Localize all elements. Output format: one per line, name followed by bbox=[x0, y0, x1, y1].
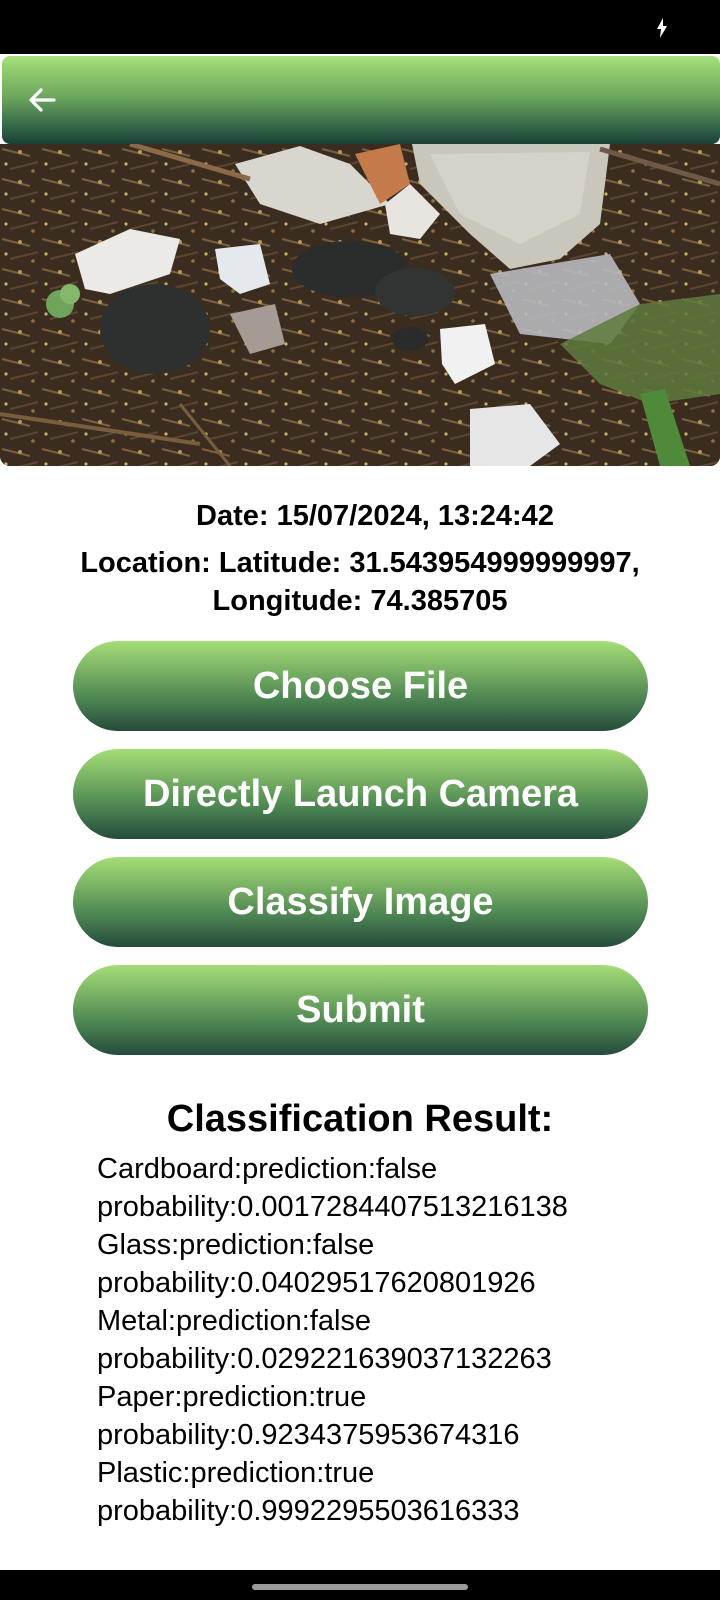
result-line: probability:0.04029517620801926 bbox=[97, 1267, 536, 1299]
classify-image-button[interactable]: Classify Image bbox=[73, 857, 648, 947]
launch-camera-button[interactable]: Directly Launch Camera bbox=[73, 749, 648, 839]
submit-button[interactable]: Submit bbox=[73, 965, 648, 1055]
location-longitude: Longitude: 74.385705 bbox=[212, 585, 508, 617]
result-line: Paper:prediction:true bbox=[97, 1381, 367, 1413]
bolt-icon bbox=[657, 18, 667, 38]
navigation-bar bbox=[0, 1570, 720, 1600]
arrow-left-icon bbox=[29, 88, 56, 112]
waste-photo bbox=[0, 144, 720, 466]
classification-result-title: Classification Result: bbox=[166, 1098, 554, 1140]
home-gesture-handle[interactable] bbox=[252, 1584, 468, 1590]
result-line: Cardboard:prediction:false bbox=[97, 1153, 438, 1185]
screen: Date: 15/07/2024, 13:24:42 Location: Lat… bbox=[0, 54, 720, 1570]
result-line: probability:0.9234375953674316 bbox=[97, 1419, 520, 1451]
result-line: Metal:prediction:false bbox=[97, 1305, 372, 1337]
result-line: probability:0.0017284407513216138 bbox=[97, 1191, 568, 1223]
waste-photo-image bbox=[0, 144, 720, 466]
result-line: Plastic:prediction:true bbox=[97, 1457, 375, 1489]
location-latitude: Location: Latitude: 31.543954999999997, bbox=[80, 547, 640, 579]
date-text: Date: 15/07/2024, 13:24:42 bbox=[196, 500, 554, 532]
classification-result-list: Cardboard:prediction:false probability:0… bbox=[97, 1150, 717, 1530]
result-line: Glass:prediction:false bbox=[97, 1229, 375, 1261]
result-line: probability:0.9992295503616333 bbox=[97, 1495, 520, 1527]
choose-file-button[interactable]: Choose File bbox=[73, 641, 648, 731]
app-bar bbox=[2, 56, 720, 144]
back-button[interactable] bbox=[20, 78, 64, 122]
location-text: Location: Latitude: 31.543954999999997, … bbox=[0, 544, 720, 620]
result-line: probability:0.029221639037132263 bbox=[97, 1343, 552, 1375]
status-bar bbox=[0, 0, 720, 54]
